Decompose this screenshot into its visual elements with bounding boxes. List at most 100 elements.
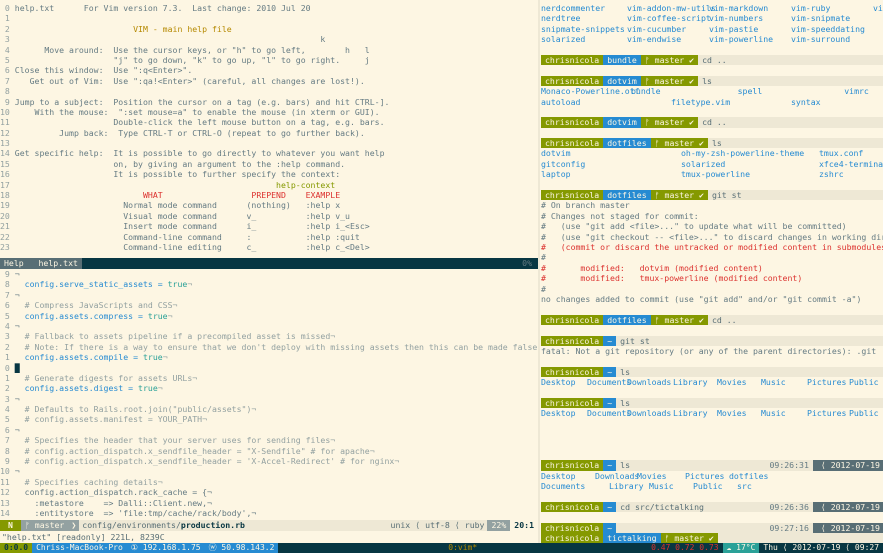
code-line: 6 # Compress JavaScripts and CSS¬ [0, 300, 538, 310]
ls-entry[interactable]: bundle [631, 86, 738, 96]
prompt-dir: bundle [603, 54, 641, 66]
ls-entry[interactable]: Music [649, 481, 693, 491]
ls-entry[interactable]: solarized [681, 159, 819, 169]
ls-entry[interactable]: tmux-powerline [681, 169, 819, 179]
help-status-left: Help help.txt [0, 258, 82, 269]
ls-entry[interactable] [873, 24, 883, 34]
vim-help-pane[interactable]: 0 help.txt For Vim version 7.3. Last cha… [0, 3, 538, 253]
code-text-area[interactable]: 9 ¬ 8 config.serve_static_assets = true¬… [0, 269, 538, 518]
ls-entry[interactable]: snipmate-snippets [541, 24, 627, 34]
ls-entry[interactable]: Desktop [541, 408, 587, 418]
ls-entry[interactable] [873, 34, 883, 44]
code-editor-pane[interactable]: 9 ¬ 8 config.serve_static_assets = true¬… [0, 269, 538, 520]
terminal-pane[interactable]: nerdcommenter vim-addon-mw-utils vim-markd… [541, 3, 883, 543]
ls-entry[interactable]: vim-surround [791, 34, 873, 44]
ls-entry[interactable]: Downloads [627, 408, 673, 418]
prompt-user: chrisnicola [541, 54, 604, 66]
ls-entry[interactable]: nerdtree [541, 13, 627, 23]
ls-entry[interactable]: vim-markdown [709, 3, 791, 13]
ls-entry[interactable]: Movies [717, 408, 761, 418]
ls-entry[interactable]: Pictures [685, 471, 729, 481]
ls-entry[interactable]: Library [673, 377, 717, 387]
ls-entry[interactable]: vim-ruby [791, 3, 873, 13]
line-number: 6 [0, 424, 15, 435]
shell-prompt: chrisnicola dotvim ᚠ master ✔ cd .. [541, 117, 883, 128]
shell-prompt: chrisnicola ~ ls [541, 397, 883, 409]
ls-entry[interactable]: Movies [717, 377, 761, 387]
ls-entry[interactable]: solarized [541, 34, 627, 44]
ls-entry[interactable]: Pictures [807, 377, 849, 387]
line-number: 4 [0, 320, 15, 331]
line-number: 20 [0, 210, 15, 221]
ls-entry[interactable]: dotfiles [729, 471, 769, 481]
terminal-output[interactable]: nerdcommenter vim-addon-mw-utils vim-markd… [541, 3, 883, 543]
ls-entry[interactable]: Documents [587, 377, 631, 387]
line-text: It is possible to further specify the co… [14, 169, 341, 180]
tmux-window[interactable]: 0:vim* [444, 543, 481, 553]
ls-entry[interactable]: Public [849, 377, 883, 387]
ls-entry[interactable]: vim-coffee-script [627, 13, 711, 23]
ls-entry[interactable]: Movies [637, 471, 685, 481]
ls-entry[interactable]: vim-snipmate [791, 13, 873, 23]
ls-entry[interactable]: vim-addon-mw-utils [627, 3, 716, 13]
ls-entry[interactable]: syntax [791, 97, 851, 107]
ls-entry[interactable]: vimrc [844, 86, 883, 96]
help-line: 3 k [0, 34, 538, 44]
ls-entry[interactable]: vi [873, 3, 883, 13]
ls-entry[interactable]: Downloads [627, 377, 673, 387]
ls-entry[interactable]: Desktop [541, 377, 587, 387]
ls-entry[interactable]: Desktop [541, 471, 595, 481]
ls-entry[interactable]: vim-speeddating [791, 24, 873, 34]
code-text: config.assets.digest = true¬ [15, 383, 163, 393]
command-line: "help.txt" [readonly] 221L, 8239C [2, 532, 165, 542]
pane-divider[interactable] [538, 0, 540, 543]
ls-entry[interactable]: vim-powerline [709, 34, 791, 44]
ls-entry[interactable]: Music [761, 377, 807, 387]
ls-entry[interactable]: Downloads [595, 471, 639, 481]
date-value: ⟨ 2012-07-19 [812, 460, 883, 471]
ls-row: gitconfig solarized xfce4-terminal [541, 159, 883, 169]
ls-entry[interactable]: Documents [587, 408, 631, 418]
ls-entry[interactable]: Public [849, 408, 883, 418]
ls-entry[interactable]: src [737, 481, 777, 491]
ls-entry[interactable]: laptop [541, 169, 681, 179]
code-token: true [167, 279, 188, 290]
ls-entry[interactable]: Pictures [807, 408, 849, 418]
ls-entry[interactable]: Public [693, 481, 737, 491]
ls-entry[interactable]: Library [673, 408, 717, 418]
ls-entry[interactable]: autoload [541, 97, 631, 107]
shell-prompt: chrisnicola ~09:27:16 ⟨ 2012-07-19 [541, 522, 883, 533]
ls-entry[interactable] [873, 13, 883, 23]
ls-entry[interactable]: oh-my-zsh-powerline-theme [681, 148, 819, 158]
help-line: 15 on, by giving an argument to the :hel… [0, 159, 538, 169]
ls-entry[interactable]: xfce4-terminal [819, 159, 883, 169]
ls-entry[interactable] [631, 97, 671, 107]
ls-entry[interactable]: tmux.conf [819, 148, 883, 158]
ls-entry[interactable]: spell [738, 86, 845, 96]
git-output-line: # [541, 283, 546, 294]
time-value: 09:26:36 [769, 501, 809, 512]
line-number: 0 [0, 3, 15, 13]
ls-entry[interactable]: Music [761, 408, 807, 418]
ls-entry[interactable]: nerdcommenter [541, 3, 627, 13]
ls-entry[interactable]: Monaco-Powerline.otf [541, 86, 640, 96]
ls-entry[interactable]: vim-pastie [709, 24, 791, 34]
code-token: ¬ [162, 352, 168, 363]
ls-entry[interactable]: filetype.vim [671, 97, 791, 107]
ls-entry[interactable]: vim-numbers [709, 13, 791, 23]
ls-entry[interactable]: vim-endwise [627, 34, 709, 44]
code-line: 3 ¬ [0, 394, 538, 404]
line-number: 13 [0, 497, 15, 508]
ls-entry[interactable]: Documents [541, 481, 609, 491]
ls-entry[interactable]: dotvim [541, 148, 681, 158]
ls-entry[interactable]: gitconfig [541, 159, 681, 169]
tmux-session[interactable]: 0:0.0 [0, 543, 33, 553]
help-text-area[interactable]: 0 help.txt For Vim version 7.3. Last cha… [0, 3, 538, 252]
ls-entry[interactable]: vim-cucumber [627, 24, 709, 34]
ls-entry[interactable]: Library [609, 481, 649, 491]
line-number: 11 [0, 117, 15, 128]
ls-entry[interactable]: zshrc [819, 169, 883, 179]
